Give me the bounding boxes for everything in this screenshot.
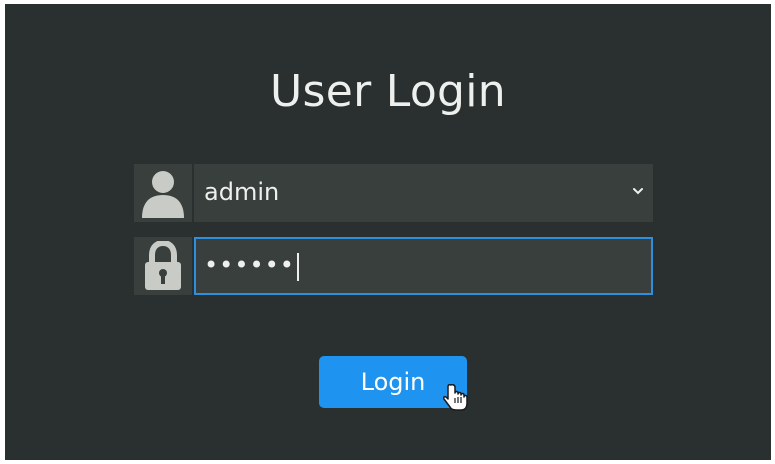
password-row: •••••• xyxy=(134,237,653,295)
text-caret xyxy=(297,253,299,281)
login-screen: User Login admin •••••• Login xyxy=(5,4,771,460)
password-mask: •••••• xyxy=(204,251,295,279)
username-select[interactable]: admin xyxy=(194,164,653,222)
page-title: User Login xyxy=(270,66,506,117)
user-icon xyxy=(134,164,192,222)
password-input[interactable]: •••••• xyxy=(194,237,653,295)
username-value: admin xyxy=(204,178,280,206)
hand-pointer-cursor-icon xyxy=(443,384,468,411)
lock-icon xyxy=(134,237,192,295)
chevron-down-icon[interactable] xyxy=(631,184,645,198)
username-row: admin xyxy=(134,164,653,222)
